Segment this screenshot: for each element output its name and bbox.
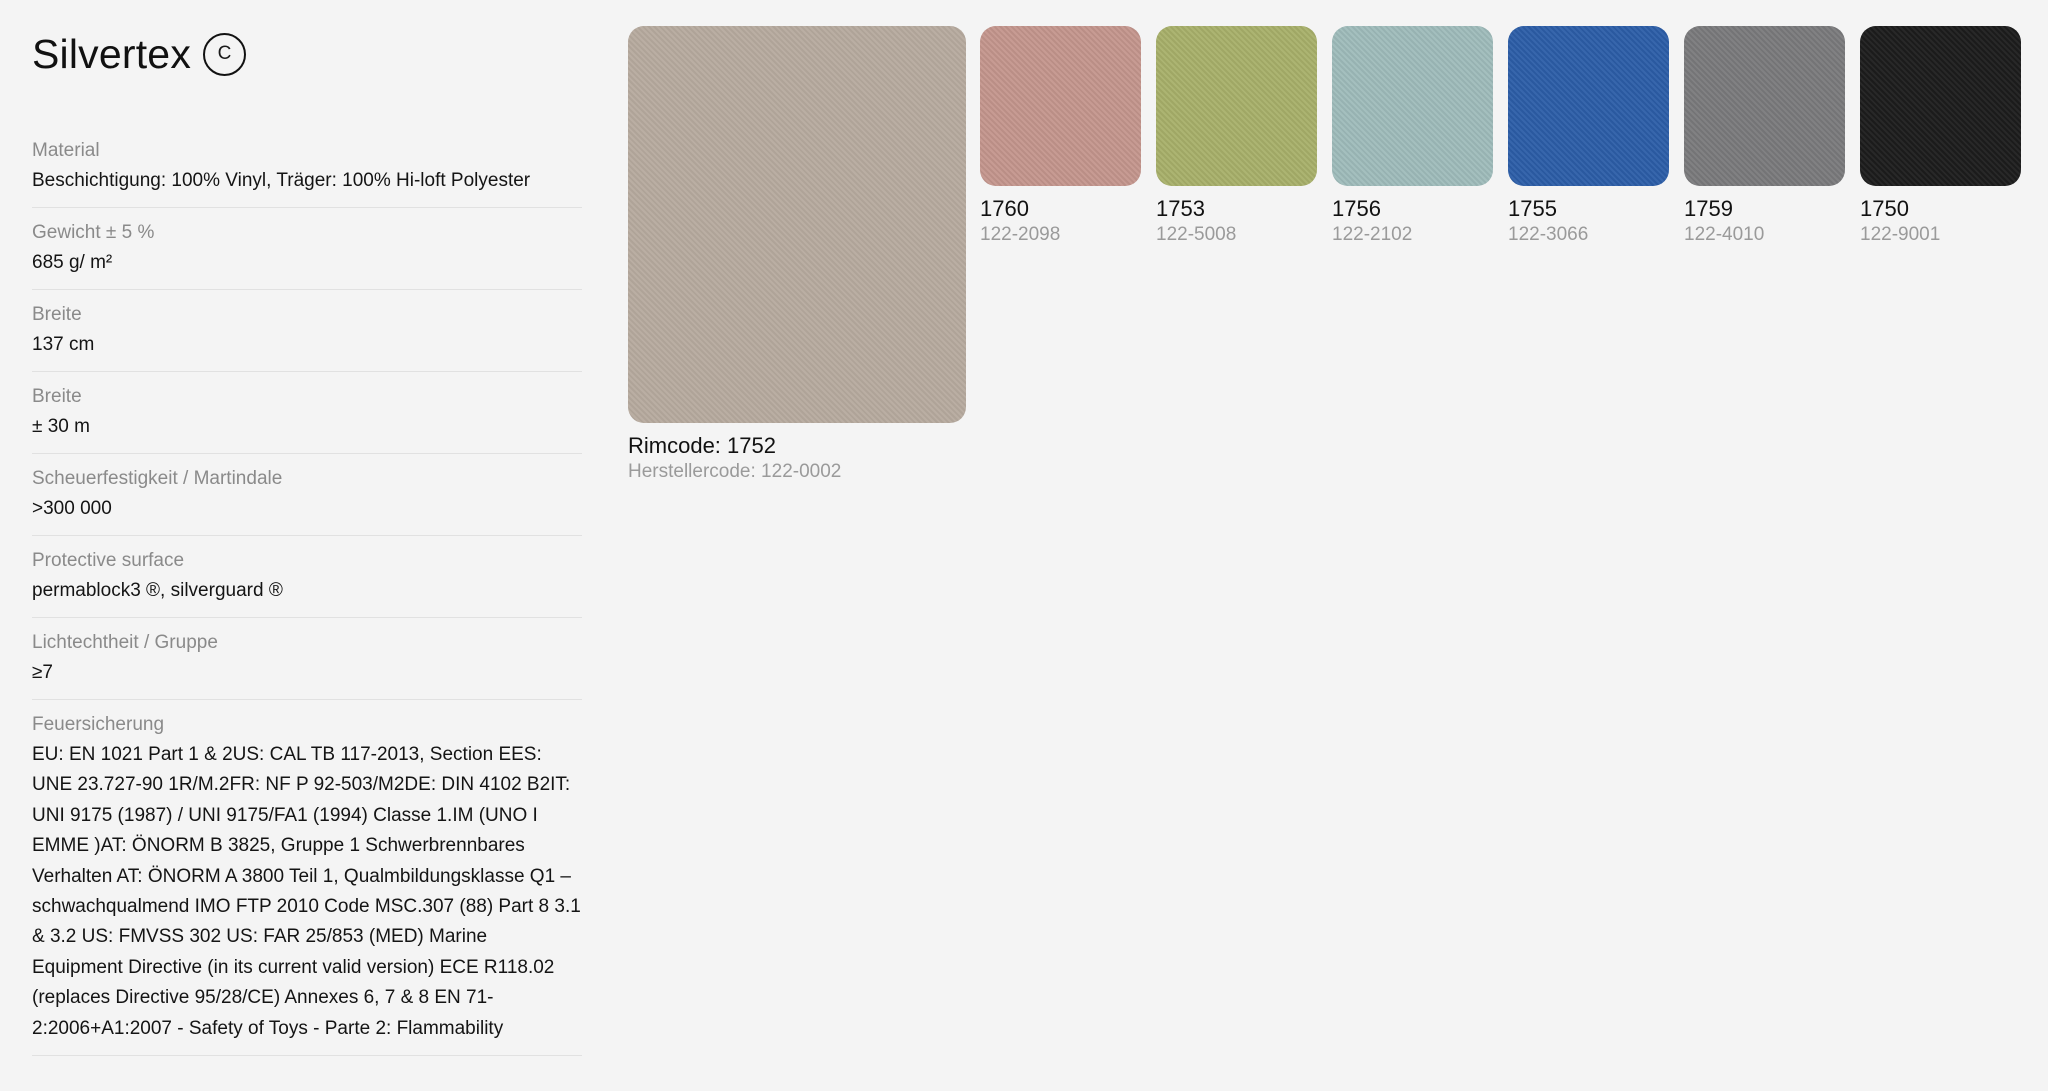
spec-value: ≥7 [32, 662, 53, 683]
spec-label: Protective surface [32, 550, 185, 571]
selected-rimcode: Rimcode: 1752 [628, 433, 776, 458]
swatch-mfr-code: 122-3066 [1508, 224, 1589, 245]
swatch-chip[interactable] [1156, 26, 1317, 186]
title-row: Silvertex C [32, 28, 582, 80]
swatch-item[interactable]: 1753 122-5008 [1156, 26, 1317, 248]
swatch-mfr-code: 122-5008 [1156, 224, 1237, 245]
spec-panel: Silvertex C Material Beschichtigung: 100… [32, 28, 582, 1068]
spec-weight: Gewicht ± 5 % 685 g/ m² [32, 220, 582, 290]
selected-swatch: Rimcode: 1752 Herstellercode: 122-0002 [628, 26, 966, 485]
spec-value: Beschichtigung: 100% Vinyl, Träger: 100%… [32, 170, 531, 191]
swatch-mfr-code: 122-4010 [1684, 224, 1765, 245]
spec-label: Breite [32, 304, 82, 325]
spec-width: Breite 137 cm [32, 302, 582, 372]
swatch-item[interactable]: 1750 122-9001 [1860, 26, 2021, 248]
certification-badge: C [203, 32, 247, 76]
spec-label: Breite [32, 386, 82, 407]
swatch-item[interactable]: 1755 122-3066 [1508, 26, 1669, 248]
swatch-chip[interactable] [1860, 26, 2021, 186]
spec-roll-length: Breite ± 30 m [32, 384, 582, 454]
swatch-item[interactable]: 1759 122-4010 [1684, 26, 1845, 248]
spec-label: Feuersicherung [32, 714, 165, 735]
spec-protective-surface: Protective surface permablock3 ®, silver… [32, 548, 582, 618]
spec-value: >300 000 [32, 498, 112, 519]
product-title: Silvertex [32, 30, 192, 77]
swatch-code: 1760 [980, 196, 1029, 221]
swatch-code: 1759 [1684, 196, 1733, 221]
swatch-code: 1753 [1156, 196, 1205, 221]
swatch-mfr-code: 122-9001 [1860, 224, 1941, 245]
spec-label: Scheuerfestigkeit / Martindale [32, 468, 283, 489]
swatch-chip[interactable] [1508, 26, 1669, 186]
selected-herstellercode: Herstellercode: 122-0002 [628, 461, 842, 482]
spec-label: Material [32, 140, 100, 161]
spec-label: Gewicht ± 5 % [32, 222, 155, 243]
spec-material: Material Beschichtigung: 100% Vinyl, Trä… [32, 138, 582, 208]
spec-abrasion: Scheuerfestigkeit / Martindale >300 000 [32, 466, 582, 536]
swatch-list: 1760 122-2098 1753 122-5008 1756 122-210… [980, 26, 2021, 248]
swatch-chip[interactable] [1332, 26, 1493, 186]
spec-value: 685 g/ m² [32, 252, 113, 273]
swatch-mfr-code: 122-2102 [1332, 224, 1413, 245]
swatch-mfr-code: 122-2098 [980, 224, 1061, 245]
spec-value: ± 30 m [32, 416, 90, 437]
swatch-item[interactable]: 1756 122-2102 [1332, 26, 1493, 248]
spec-value: EU: EN 1021 Part 1 & 2US: CAL TB 117-201… [32, 744, 581, 1039]
product-page: Silvertex C Material Beschichtigung: 100… [0, 0, 2048, 1091]
spec-value: 137 cm [32, 334, 95, 355]
swatch-chip[interactable] [980, 26, 1141, 186]
spec-lightfastness: Lichtechtheit / Gruppe ≥7 [32, 630, 582, 700]
spec-list: Material Beschichtigung: 100% Vinyl, Trä… [32, 138, 582, 1057]
spec-fire-safety: Feuersicherung EU: EN 1021 Part 1 & 2US:… [32, 712, 582, 1057]
swatch-item[interactable]: 1760 122-2098 [980, 26, 1141, 248]
selected-swatch-image [628, 26, 966, 423]
swatch-chip[interactable] [1684, 26, 1845, 186]
spec-label: Lichtechtheit / Gruppe [32, 632, 218, 653]
swatch-code: 1755 [1508, 196, 1557, 221]
swatch-code: 1756 [1332, 196, 1381, 221]
swatch-code: 1750 [1860, 196, 1909, 221]
spec-value: permablock3 ®, silverguard ® [32, 580, 283, 601]
